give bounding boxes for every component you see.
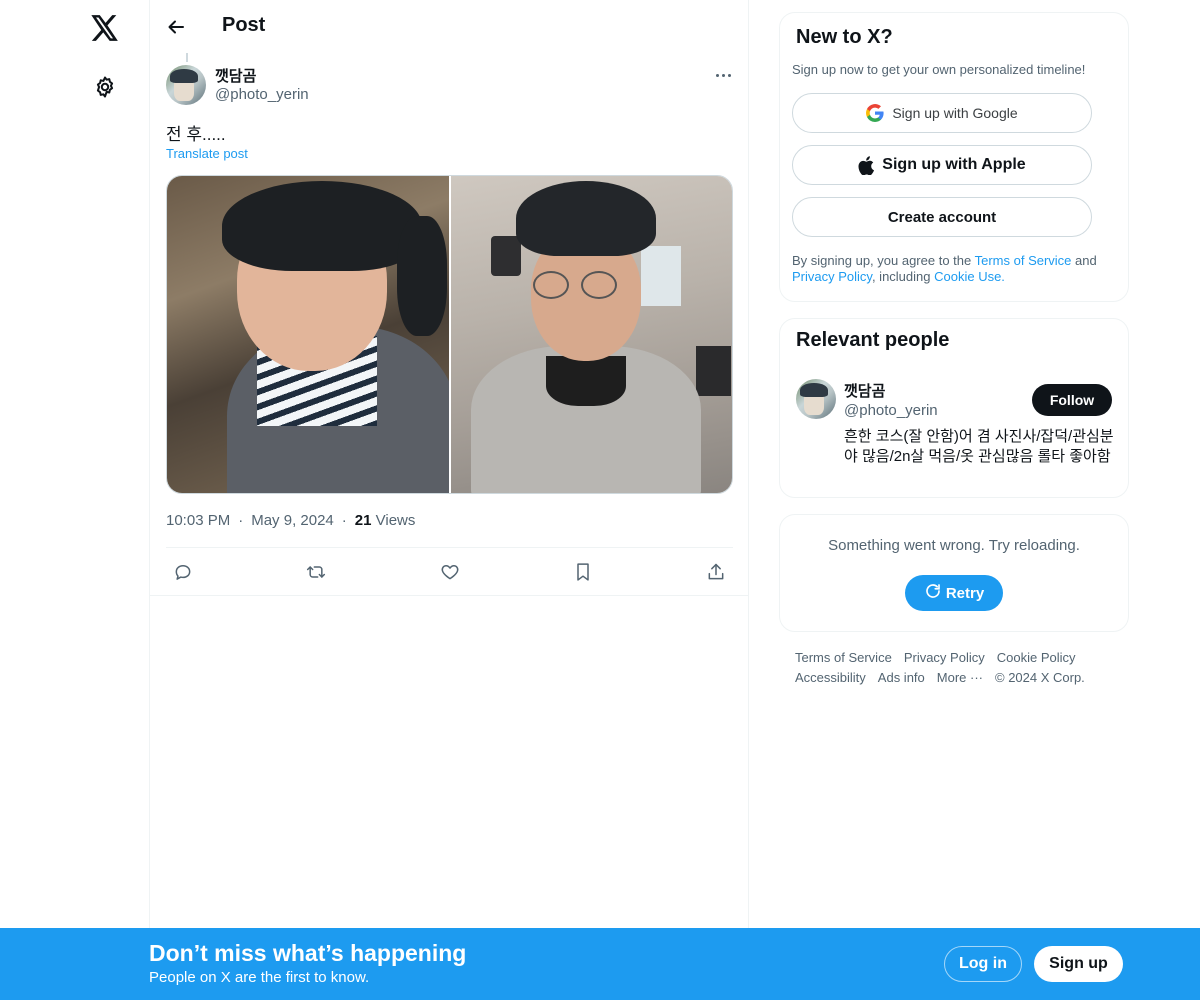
- signup-terms: By signing up, you agree to the Terms of…: [792, 253, 1122, 285]
- gear-icon[interactable]: [81, 63, 129, 111]
- x-logo-icon[interactable]: [81, 4, 129, 52]
- refresh-icon: [924, 582, 942, 604]
- apple-icon: [858, 155, 875, 175]
- banner-subtitle: People on X are the first to know.: [149, 969, 370, 986]
- post-time[interactable]: 10:03 PM: [166, 512, 230, 529]
- error-message: Something went wrong. Try reloading.: [828, 537, 1080, 554]
- footer-link-cookie[interactable]: Cookie Policy: [997, 648, 1076, 668]
- repost-icon[interactable]: [299, 558, 333, 586]
- author-handle[interactable]: @photo_yerin: [215, 86, 309, 103]
- footer-link-privacy[interactable]: Privacy Policy: [904, 648, 985, 668]
- login-button[interactable]: Log in: [944, 946, 1022, 982]
- avatar[interactable]: [796, 379, 836, 419]
- signup-title: New to X?: [796, 26, 893, 48]
- google-icon: [866, 104, 884, 122]
- signup-subtitle: Sign up now to get your own personalized…: [792, 62, 1086, 77]
- divider: [166, 547, 733, 548]
- person-name[interactable]: 깻담곰: [844, 380, 885, 401]
- views-label: Views: [375, 512, 416, 529]
- relevant-people-card: Relevant people 깻담곰 @photo_yerin Follow …: [779, 318, 1129, 498]
- footer-link-more[interactable]: More ···: [937, 668, 983, 688]
- follow-button[interactable]: Follow: [1032, 384, 1112, 416]
- post-text: 전 후.....: [166, 125, 226, 144]
- copyright: © 2024 X Corp.: [995, 670, 1085, 685]
- reply-icon[interactable]: [166, 558, 200, 586]
- views-count-wrap: 21 Views: [355, 512, 416, 529]
- separator: ·: [341, 512, 347, 529]
- signup-card: New to X? Sign up now to get your own pe…: [779, 12, 1129, 302]
- person-handle[interactable]: @photo_yerin: [844, 402, 938, 419]
- post-meta: 10:03 PM · May 9, 2024 · 21 Views: [166, 512, 415, 529]
- footer-link-accessibility[interactable]: Accessibility: [795, 668, 866, 688]
- post-media: [166, 175, 733, 494]
- signup-apple-label: Sign up with Apple: [882, 156, 1026, 173]
- footer-links: Terms of Service Privacy Policy Cookie Pol…: [795, 648, 1125, 688]
- person-bio: 흔한 코스(잘 안함)어 겸 사진사/잡덕/관심분야 많음/2n살 먹음/옷 관…: [844, 428, 1114, 465]
- left-nav: [0, 0, 150, 1000]
- more-icon[interactable]: [708, 62, 738, 88]
- terms-of-service-link[interactable]: Terms of Service: [975, 253, 1072, 268]
- post-photo[interactable]: [167, 176, 449, 493]
- page-title: Post: [222, 14, 266, 36]
- privacy-policy-link[interactable]: Privacy Policy: [792, 269, 872, 284]
- terms-text: and: [1071, 253, 1097, 268]
- error-card: Something went wrong. Try reloading. Ret…: [779, 514, 1129, 632]
- main-column: Post 깻담곰 @photo_yerin 전 후..... Translate…: [149, 0, 749, 1000]
- arrow-left-icon[interactable]: [158, 9, 194, 45]
- cookie-use-link[interactable]: Cookie Use.: [934, 269, 1005, 284]
- avatar[interactable]: [166, 65, 206, 105]
- terms-text: , including: [871, 269, 935, 284]
- signup-apple-button[interactable]: Sign up with Apple: [792, 145, 1092, 185]
- author-name[interactable]: 깻담곰: [215, 65, 256, 86]
- divider: [150, 595, 749, 596]
- post-actions: [166, 558, 733, 586]
- signup-button[interactable]: Sign up: [1034, 946, 1123, 982]
- post-date[interactable]: May 9, 2024: [251, 512, 334, 529]
- footer-link-ads-info[interactable]: Ads info: [878, 668, 925, 688]
- bottom-banner: Don’t miss what’s happening People on X …: [0, 928, 1200, 1000]
- footer-link-terms[interactable]: Terms of Service: [795, 648, 892, 668]
- thread-line: [186, 53, 188, 62]
- translate-post-link[interactable]: Translate post: [166, 146, 248, 161]
- retry-button[interactable]: Retry: [905, 575, 1003, 611]
- signup-google-button[interactable]: Sign up with Google: [792, 93, 1092, 133]
- separator: ·: [238, 512, 244, 529]
- retry-label: Retry: [945, 584, 985, 602]
- like-icon[interactable]: [433, 558, 467, 586]
- post-photo[interactable]: [450, 176, 732, 493]
- signup-google-label: Sign up with Google: [892, 105, 1018, 121]
- views-count: 21: [354, 512, 372, 529]
- bookmark-icon[interactable]: [566, 558, 600, 586]
- share-icon[interactable]: [699, 558, 733, 586]
- create-account-button[interactable]: Create account: [792, 197, 1092, 237]
- relevant-people-title: Relevant people: [796, 329, 950, 351]
- banner-title: Don’t miss what’s happening: [149, 940, 467, 966]
- terms-text: By signing up, you agree to the: [792, 253, 975, 268]
